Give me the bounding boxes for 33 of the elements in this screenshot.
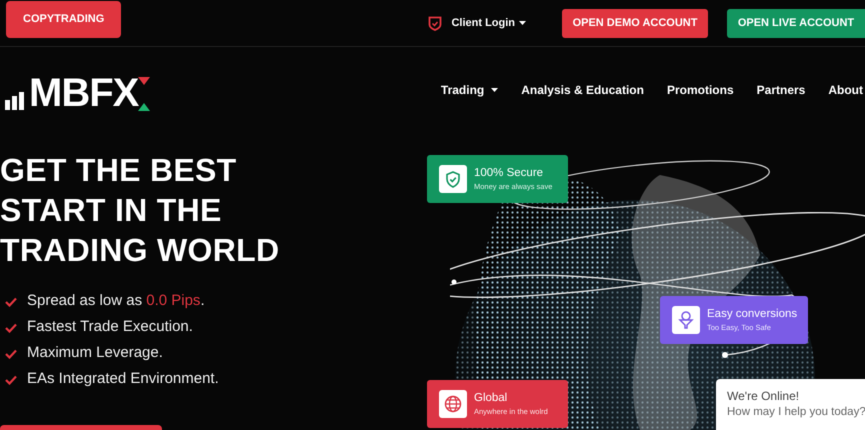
- bars-icon: [5, 92, 27, 110]
- card-title: 100% Secure: [474, 166, 544, 181]
- open-demo-account-button[interactable]: OPEN DEMO ACCOUNT: [562, 8, 708, 38]
- card-title: Global: [474, 391, 508, 406]
- check-icon: [5, 374, 17, 384]
- hero-heading: GET THE BEST START IN THE TRADING WORLD: [0, 151, 280, 270]
- logo[interactable]: MBFX: [5, 73, 150, 113]
- chat-subtitle: How may I help you today?: [727, 405, 865, 420]
- check-icon: [5, 296, 17, 306]
- check-icon: [5, 322, 17, 332]
- nav-link[interactable]: Promotions: [666, 81, 734, 99]
- feature-text: Maximum Leverage.: [27, 343, 163, 364]
- shield-check-icon: [428, 16, 442, 30]
- check-icon: [5, 348, 17, 358]
- copytrading-button[interactable]: COPYTRADING: [6, 0, 122, 38]
- nav-link[interactable]: Trading: [440, 81, 498, 99]
- caret-icon: [491, 88, 498, 92]
- client-login-link[interactable]: Client Login: [428, 14, 526, 32]
- card-title: Easy conversions: [707, 307, 798, 322]
- feature-text: EAs Integrated Environment.: [27, 369, 219, 390]
- feature-text: Spread as low as 0.0 Pips.: [27, 291, 205, 312]
- nav-link[interactable]: About: [828, 81, 863, 99]
- funnel-icon: [678, 311, 694, 329]
- feature-text: Fastest Trade Execution.: [27, 317, 193, 338]
- chat-title: We're Online!: [727, 388, 800, 404]
- nav-link[interactable]: Analysis & Education: [521, 81, 644, 99]
- caret-icon: [519, 21, 526, 25]
- nav-link[interactable]: Partners: [756, 81, 806, 99]
- globe-icon: [444, 395, 462, 413]
- shield-check-icon: [445, 170, 461, 188]
- triangle-marks-icon: [138, 77, 150, 111]
- open-live-account-button[interactable]: OPEN LIVE ACCOUNT: [727, 8, 865, 38]
- chat-widget[interactable]: We're Online! How may I help you today?: [716, 379, 865, 430]
